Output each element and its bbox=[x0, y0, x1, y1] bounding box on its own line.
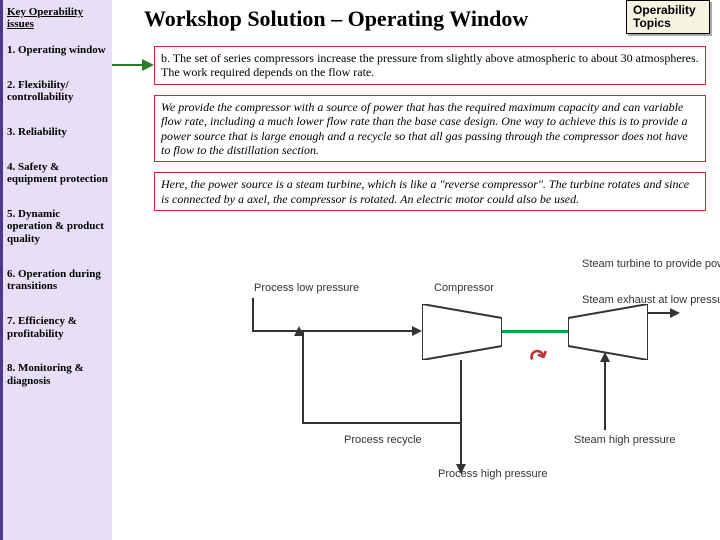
sidebar-item-4[interactable]: 4. Safety & equipment protection bbox=[7, 161, 108, 186]
steam-high-v bbox=[604, 360, 606, 430]
main-content: Workshop Solution – Operating Window Ope… bbox=[112, 0, 720, 540]
arrowhead-icon bbox=[294, 326, 304, 336]
process-diagram: Process low pressure Compressor Steam tu… bbox=[272, 252, 692, 502]
sidebar: Key Operability issues 1. Operating wind… bbox=[0, 0, 112, 540]
arrowhead-icon bbox=[670, 308, 680, 318]
recycle-h bbox=[302, 422, 462, 424]
curly-arrow-icon: ↷ bbox=[525, 341, 553, 372]
content-box-2: We provide the compressor with a source … bbox=[154, 95, 706, 163]
shaft-line bbox=[502, 330, 568, 333]
sidebar-item-8[interactable]: 8. Monitoring & diagnosis bbox=[7, 362, 108, 387]
label-compressor: Compressor bbox=[434, 282, 494, 294]
content-box-3: Here, the power source is a steam turbin… bbox=[154, 172, 706, 211]
arrowhead-up-icon bbox=[600, 352, 610, 362]
sidebar-item-5[interactable]: 5. Dynamic operation & product quality bbox=[7, 208, 108, 246]
sidebar-item-3[interactable]: 3. Reliability bbox=[7, 126, 108, 139]
page-title: Workshop Solution – Operating Window bbox=[144, 2, 528, 32]
sidebar-item-6[interactable]: 6. Operation during transitions bbox=[7, 268, 108, 293]
arrowhead-icon bbox=[412, 326, 422, 336]
label-process-recycle: Process recycle bbox=[344, 434, 422, 446]
label-process-low: Process low pressure bbox=[254, 282, 359, 294]
compressor-icon bbox=[422, 304, 502, 360]
label-steam-turbine: Steam turbine to provide power bbox=[582, 258, 720, 270]
operability-topics-button[interactable]: Operability Topics bbox=[626, 0, 710, 34]
label-steam-high: Steam high pressure bbox=[574, 434, 676, 446]
outlet-v bbox=[460, 360, 462, 468]
content-box-1: b. The set of series compressors increas… bbox=[154, 46, 706, 85]
sidebar-item-2[interactable]: 2. Flexibility/ controllability bbox=[7, 79, 108, 104]
recycle-v bbox=[302, 330, 304, 424]
inlet-line bbox=[252, 330, 416, 332]
label-process-high: Process high pressure bbox=[438, 468, 547, 480]
sidebar-item-1[interactable]: 1. Operating window bbox=[7, 44, 108, 57]
inlet-v bbox=[252, 298, 254, 332]
sidebar-heading: Key Operability issues bbox=[7, 6, 108, 30]
arrowhead-icon bbox=[456, 464, 466, 474]
sidebar-item-7[interactable]: 7. Efficiency & profitability bbox=[7, 315, 108, 340]
arrow-icon bbox=[112, 58, 154, 72]
